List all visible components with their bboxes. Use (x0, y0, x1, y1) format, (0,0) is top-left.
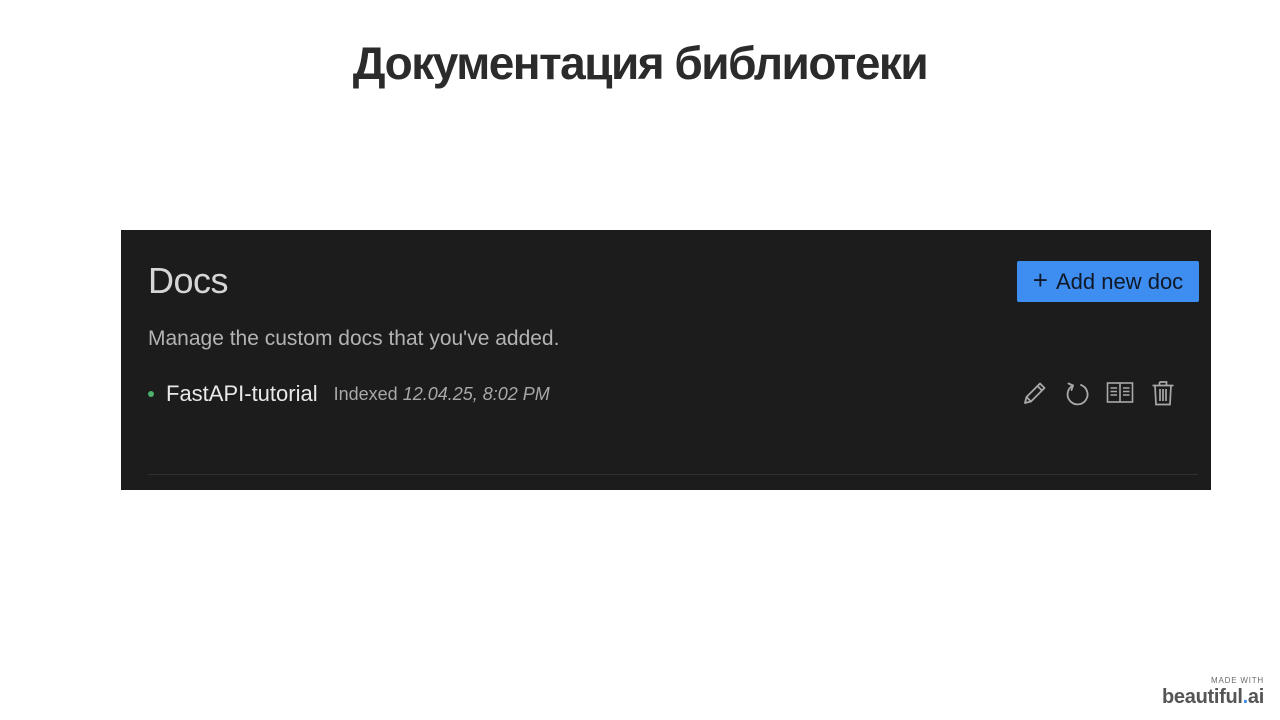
pencil-icon[interactable] (1018, 376, 1049, 410)
docs-panel: Docs + Add new doc Manage the custom doc… (121, 230, 1211, 490)
add-new-doc-label: Add new doc (1055, 268, 1184, 294)
brand-suffix: ai (1247, 686, 1264, 708)
refresh-icon[interactable] (1061, 376, 1092, 410)
docs-heading: Docs (148, 260, 229, 301)
doc-name[interactable]: FastAPI-tutorial (166, 381, 318, 407)
slide-title: Документация библиотеки (352, 37, 929, 89)
docs-description: Manage the custom docs that you've added… (148, 327, 560, 350)
slide: Документация библиотеки Docs + Add new d… (0, 0, 1280, 720)
trash-icon[interactable] (1147, 376, 1178, 410)
beautiful-ai-logo[interactable]: beautiful.ai (1162, 686, 1264, 709)
brand-main: beautiful (1162, 686, 1243, 708)
add-new-doc-button[interactable]: + Add new doc (1017, 261, 1199, 302)
status-dot-icon (148, 391, 154, 397)
made-with-label: MADE WITH (1211, 676, 1264, 685)
doc-indexed-info: Indexed 12.04.25, 8:02 PM (334, 384, 550, 405)
doc-list-item: FastAPI-tutorial Indexed 12.04.25, 8:02 … (148, 374, 1188, 414)
divider (148, 474, 1198, 475)
indexed-label: Indexed (333, 383, 398, 404)
book-icon[interactable] (1104, 376, 1135, 410)
plus-icon: + (1032, 265, 1048, 295)
indexed-date: 12.04.25, 8:02 PM (402, 383, 550, 404)
doc-actions (1018, 376, 1178, 410)
